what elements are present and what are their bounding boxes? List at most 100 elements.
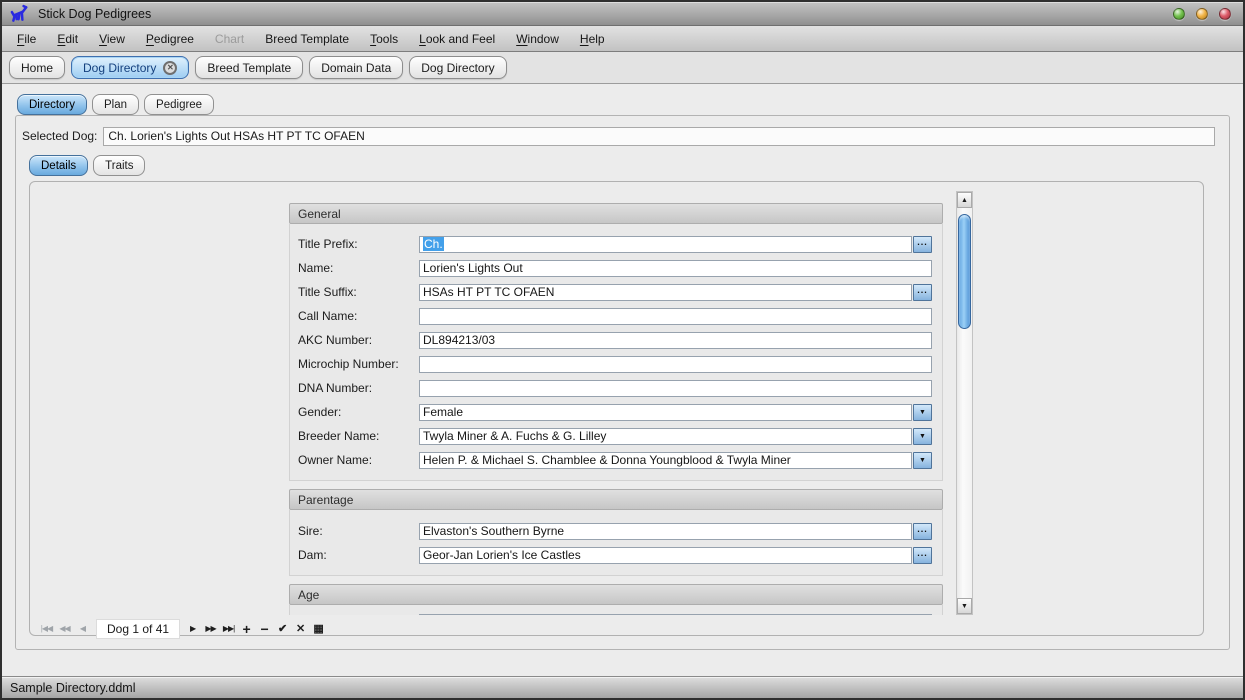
detail-tab-label: Traits: [105, 160, 133, 172]
owner-name-value: Helen P. & Michael S. Chamblee & Donna Y…: [423, 453, 791, 467]
nav-commit-button[interactable]: ✔: [276, 621, 289, 637]
section-title-age: Age: [289, 584, 943, 605]
sire-field[interactable]: Elvaston's Southern Byrne: [419, 523, 912, 540]
dna-number-field-wrap: [419, 380, 932, 397]
menu-tools[interactable]: Tools: [363, 29, 405, 49]
gender-field-wrap: Female ▼: [419, 404, 932, 421]
close-tab-icon[interactable]: ✕: [163, 61, 177, 75]
menu-pedigree[interactable]: Pedigree: [139, 29, 201, 49]
nav-next-button[interactable]: ▶: [186, 621, 199, 637]
close-button[interactable]: [1219, 8, 1231, 20]
akc-number-field[interactable]: DL894213/03: [419, 332, 932, 349]
nav-add-button[interactable]: +: [240, 621, 253, 637]
gender-field[interactable]: Female: [419, 404, 912, 421]
gender-value: Female: [423, 405, 463, 419]
tab-label: Breed Template: [207, 61, 291, 75]
menu-edit[interactable]: Edit: [50, 29, 85, 49]
menu-breed-template[interactable]: Breed Template: [258, 29, 356, 49]
window-title: Stick Dog Pedigrees: [38, 7, 1173, 21]
call-name-field-wrap: [419, 308, 932, 325]
content-area: Directory Plan Pedigree Selected Dog: Ch. …: [2, 84, 1243, 676]
record-navigator: |◀◀◀◀◀Dog 1 of 41▶▶▶▶▶|+−✔✕▦: [40, 619, 330, 639]
owner-name-field[interactable]: Helen P. & Michael S. Chamblee & Donna Y…: [419, 452, 912, 469]
akc-number-label: AKC Number:: [298, 332, 419, 349]
tab-breed-template[interactable]: Breed Template: [195, 56, 303, 79]
scroll-down-button[interactable]: ▼: [957, 598, 972, 614]
window-controls: [1173, 8, 1235, 20]
view-tab-label: Pedigree: [156, 99, 202, 111]
breeder-name-dropdown-button[interactable]: ▼: [913, 428, 932, 445]
form-row-gender: Gender:Female▼: [290, 404, 942, 428]
tab-dog-directory[interactable]: Dog Directory✕: [71, 56, 189, 79]
view-tab-plan[interactable]: Plan: [92, 94, 139, 115]
status-bar: Sample Directory.ddml: [2, 676, 1243, 698]
akc-number-value: DL894213/03: [423, 333, 495, 347]
minimize-button[interactable]: [1173, 8, 1185, 20]
menu-view[interactable]: View: [92, 29, 132, 49]
title-prefix-field-wrap: Ch....: [419, 236, 932, 253]
maximize-button[interactable]: [1196, 8, 1208, 20]
microchip-number-field[interactable]: [419, 356, 932, 373]
tab-home[interactable]: Home: [9, 56, 65, 79]
nav-next-fast-button[interactable]: ▶▶: [204, 621, 217, 637]
nav-previous-fast-button: ◀◀: [58, 621, 71, 637]
nav-grid-button[interactable]: ▦: [312, 621, 325, 637]
record-position-label: Dog 1 of 41: [96, 619, 180, 639]
owner-name-dropdown-button[interactable]: ▼: [913, 452, 932, 469]
call-name-field[interactable]: [419, 308, 932, 325]
menu-file[interactable]: File: [10, 29, 43, 49]
menu-help[interactable]: Help: [573, 29, 612, 49]
selected-dog-field[interactable]: Ch. Lorien's Lights Out HSAs HT PT TC OF…: [103, 127, 1215, 146]
owner-name-field-wrap: Helen P. & Michael S. Chamblee & Donna Y…: [419, 452, 932, 469]
tab-domain-data[interactable]: Domain Data: [309, 56, 403, 79]
dog-form: GeneralTitle Prefix:Ch....Name:Lorien's …: [289, 203, 943, 615]
title-suffix-ellipsis-button[interactable]: ...: [913, 284, 932, 301]
akc-number-field-wrap: DL894213/03: [419, 332, 932, 349]
gender-dropdown-button[interactable]: ▼: [913, 404, 932, 421]
document-tab-bar: HomeDog Directory✕Breed TemplateDomain D…: [2, 52, 1243, 84]
title-suffix-field[interactable]: HSAs HT PT TC OFAEN: [419, 284, 912, 301]
age-field[interactable]: [419, 614, 932, 615]
call-name-label: Call Name:: [298, 308, 419, 325]
title-suffix-field-wrap: HSAs HT PT TC OFAEN...: [419, 284, 932, 301]
sire-field-wrap: Elvaston's Southern Byrne...: [419, 523, 932, 540]
dna-number-field[interactable]: [419, 380, 932, 397]
view-tab-label: Directory: [29, 99, 75, 111]
name-label: Name:: [298, 260, 419, 277]
name-field[interactable]: Lorien's Lights Out: [419, 260, 932, 277]
dam-field[interactable]: Geor-Jan Lorien's Ice Castles: [419, 547, 912, 564]
section-title-general: General: [289, 203, 943, 224]
nav-cancel-button[interactable]: ✕: [294, 621, 307, 637]
view-tab-directory[interactable]: Directory: [17, 94, 87, 115]
section-body-age: [289, 605, 943, 615]
breeder-name-field[interactable]: Twyla Miner & A. Fuchs & G. Lilley: [419, 428, 912, 445]
view-tab-pedigree[interactable]: Pedigree: [144, 94, 214, 115]
form-row-microchip-number: Microchip Number:: [290, 356, 942, 380]
menu-window[interactable]: Window: [509, 29, 566, 49]
selected-dog-label: Selected Dog:: [22, 129, 97, 143]
sire-ellipsis-button[interactable]: ...: [913, 523, 932, 540]
detail-tab-traits[interactable]: Traits: [93, 155, 145, 176]
section-parentage: ParentageSire:Elvaston's Southern Byrne.…: [289, 489, 943, 576]
breeder-name-label: Breeder Name:: [298, 428, 419, 445]
title-prefix-value: Ch.: [423, 237, 444, 251]
name-field-wrap: Lorien's Lights Out: [419, 260, 932, 277]
nav-last-button[interactable]: ▶▶|: [222, 621, 235, 637]
title-prefix-ellipsis-button[interactable]: ...: [913, 236, 932, 253]
form-row-age: [290, 614, 942, 615]
title-bar: Stick Dog Pedigrees: [2, 2, 1243, 26]
tab-dog-directory-2[interactable]: Dog Directory: [409, 56, 506, 79]
dam-ellipsis-button[interactable]: ...: [913, 547, 932, 564]
section-title-parentage: Parentage: [289, 489, 943, 510]
detail-tab-details[interactable]: Details: [29, 155, 88, 176]
vertical-scrollbar[interactable]: ▲ ▼: [956, 191, 973, 615]
section-body-parentage: Sire:Elvaston's Southern Byrne...Dam:Geo…: [289, 510, 943, 576]
menu-bar: FileEditViewPedigreeChartBreed TemplateT…: [2, 26, 1243, 52]
nav-remove-button[interactable]: −: [258, 621, 271, 637]
breeder-name-field-wrap: Twyla Miner & A. Fuchs & G. Lilley▼: [419, 428, 932, 445]
scroll-up-button[interactable]: ▲: [957, 192, 972, 208]
menu-look-and-feel[interactable]: Look and Feel: [412, 29, 502, 49]
title-prefix-field[interactable]: Ch.: [419, 236, 912, 253]
title-suffix-value: HSAs HT PT TC OFAEN: [423, 285, 554, 299]
scrollbar-thumb[interactable]: [958, 214, 971, 329]
